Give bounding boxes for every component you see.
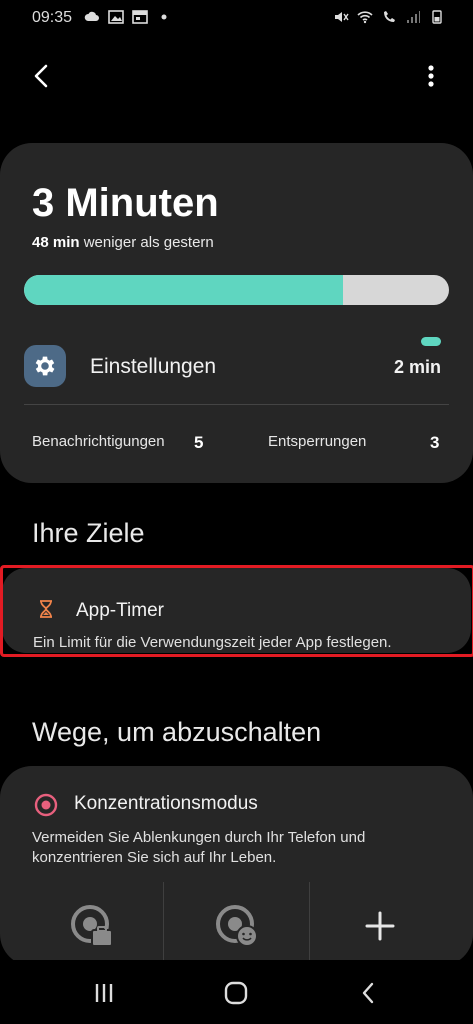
work-mode-icon[interactable] <box>70 904 114 948</box>
back-icon[interactable] <box>354 978 384 1008</box>
focus-mode-card[interactable]: Konzentrationsmodus Vermeiden Sie Ablenk… <box>0 766 473 966</box>
signal-icon <box>407 11 420 23</box>
hourglass-icon <box>40 600 52 618</box>
target-icon <box>34 793 58 817</box>
usage-progress-bar <box>24 275 449 305</box>
app-timer-title: App-Timer <box>76 600 164 621</box>
app-timer-card[interactable]: App-Timer Ein Limit für die Verwendungsz… <box>2 568 471 653</box>
unlocks-count: 3 <box>430 433 440 452</box>
notifications-count: 5 <box>194 433 204 452</box>
wifi-icon <box>357 11 373 24</box>
comparison-text: 48 min weniger als gestern <box>32 234 214 251</box>
battery-icon <box>432 10 442 24</box>
gear-icon <box>35 356 55 376</box>
focus-mode-title: Konzentrationsmodus <box>74 793 258 814</box>
me-time-mode-icon[interactable] <box>215 904 259 948</box>
usage-progress-fill <box>24 275 343 305</box>
usage-summary-card[interactable]: 3 Minuten 48 min weniger als gestern Ein… <box>0 143 473 483</box>
add-icon[interactable] <box>358 904 402 948</box>
top-app-name: Einstellungen <box>90 355 217 378</box>
back-arrow-icon[interactable] <box>26 60 58 92</box>
status-right-icons <box>333 10 445 24</box>
total-screen-time: 3 Minuten <box>32 181 219 225</box>
app-timer-description: Ein Limit für die Verwendungszeit jeder … <box>33 634 392 651</box>
image-icon <box>108 10 124 24</box>
top-app-mini-bar <box>421 337 441 346</box>
recent-apps-icon[interactable] <box>89 978 119 1008</box>
status-bar: 09:35 <box>0 0 473 40</box>
more-vertical-icon[interactable] <box>415 60 447 92</box>
mode-separator <box>163 882 164 966</box>
wifi-call-icon <box>384 11 395 22</box>
mode-separator <box>309 882 310 966</box>
dot-icon <box>161 14 167 20</box>
top-app-bar <box>0 52 473 100</box>
mute-icon <box>335 12 349 22</box>
comparison-value: 48 min <box>32 234 80 251</box>
unlocks-label: Entsperrungen <box>268 433 367 450</box>
status-left-icons <box>84 10 172 24</box>
status-time: 09:35 <box>32 9 73 26</box>
top-app-time: 2 min <box>393 357 441 377</box>
cloud-icon <box>84 11 99 21</box>
system-nav-bar <box>0 960 473 1024</box>
unwind-section-title: Wege, um abzuschalten <box>32 717 322 747</box>
calendar-icon <box>132 10 148 24</box>
notifications-label: Benachrichtigungen <box>32 433 165 450</box>
comparison-label: weniger als gestern <box>83 234 214 251</box>
focus-mode-description: Vermeiden Sie Ablenkungen durch Ihr Tele… <box>32 829 366 866</box>
top-app-row[interactable]: Einstellungen 2 min <box>24 337 449 391</box>
settings-app-icon <box>24 345 66 387</box>
goals-section-title: Ihre Ziele <box>32 518 145 548</box>
home-icon[interactable] <box>221 978 251 1008</box>
summary-divider <box>24 404 449 405</box>
